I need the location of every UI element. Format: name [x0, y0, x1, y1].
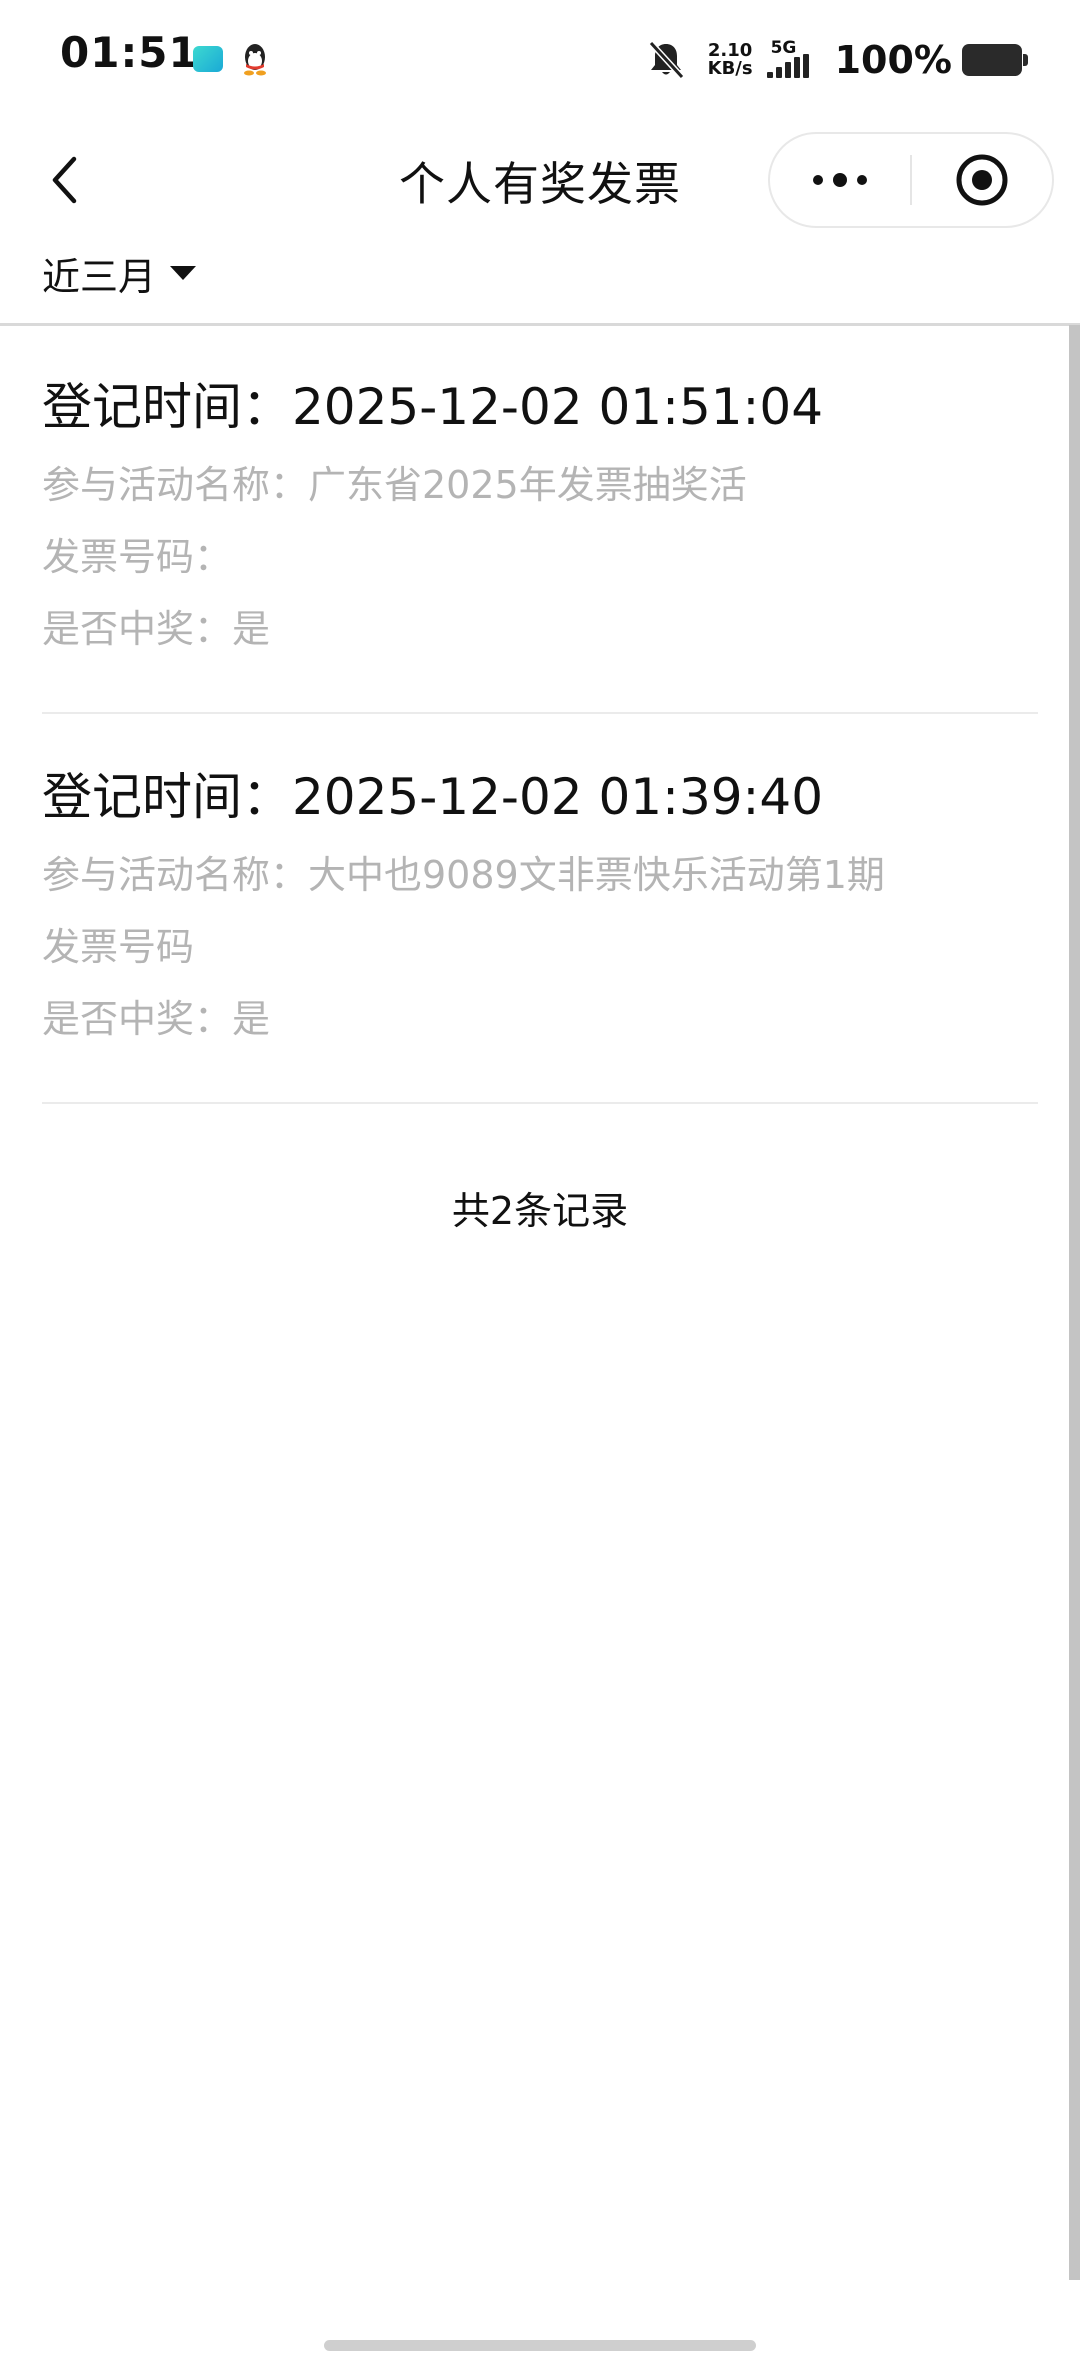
page: 01:51 2.10 KB/s 5G 100% 个人有奖发票 近三月 登记时间：… — [0, 0, 1080, 2376]
network-speed: 2.10 KB/s — [708, 42, 753, 78]
more-button[interactable] — [770, 132, 910, 228]
caret-down-icon — [170, 266, 197, 280]
record-item[interactable]: 登记时间：2025-12-02 01:39:40 参与活动名称：大中也9089文… — [42, 767, 1038, 1104]
scrollbar[interactable] — [1069, 325, 1080, 2280]
mini-program-capsule — [768, 132, 1054, 228]
more-dot-icon — [857, 175, 867, 185]
battery-percentage: 100% — [834, 38, 952, 82]
record-activity-name: 参与活动名称：大中也9089文非票快乐活动第1期 — [42, 853, 885, 897]
navigation-bar: 个人有奖发票 — [0, 120, 1080, 240]
date-range-label: 近三月 — [42, 254, 157, 299]
bell-off-icon — [648, 40, 684, 80]
record-item[interactable]: 登记时间：2025-12-02 01:51:04 参与活动名称：广东省2025年… — [42, 377, 1038, 714]
app-notification-icon — [193, 46, 223, 72]
status-bar: 01:51 2.10 KB/s 5G 100% — [0, 0, 1080, 120]
record-invoice-number: 发票号码 — [42, 925, 195, 969]
date-range-filter[interactable]: 近三月 — [42, 248, 197, 299]
record-registration-time: 登记时间：2025-12-02 01:51:04 — [42, 378, 824, 436]
record-invoice-number: 发票号码： — [42, 535, 233, 579]
header-divider — [0, 323, 1080, 326]
qq-icon — [244, 44, 266, 76]
close-mini-program-button[interactable] — [912, 132, 1052, 228]
record-won-status: 是否中奖：是 — [42, 997, 271, 1041]
target-close-icon — [956, 154, 1008, 206]
record-divider — [42, 712, 1038, 714]
record-registration-time: 登记时间：2025-12-02 01:39:40 — [42, 768, 824, 826]
network-speed-unit: KB/s — [707, 58, 753, 79]
home-indicator[interactable] — [324, 2340, 756, 2351]
record-activity-name: 参与活动名称：广东省2025年发票抽奖活 — [42, 463, 747, 507]
status-right-group: 2.10 KB/s 5G 100% — [646, 32, 1028, 88]
status-time: 01:51 — [60, 28, 199, 77]
record-count: 共2条记录 — [451, 1189, 629, 1233]
more-dot-icon — [813, 175, 823, 185]
battery-icon — [962, 44, 1028, 76]
cellular-signal-icon: 5G — [766, 38, 825, 80]
record-won-status: 是否中奖：是 — [42, 607, 271, 651]
more-dot-icon — [833, 173, 847, 187]
record-divider — [42, 1102, 1038, 1104]
